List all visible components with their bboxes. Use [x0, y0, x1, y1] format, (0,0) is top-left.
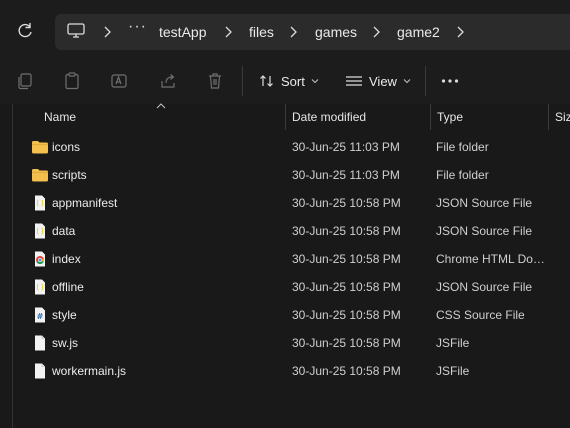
- view-button[interactable]: View: [345, 71, 411, 91]
- chevron-down-icon: [403, 79, 411, 84]
- toolbar-divider: [425, 66, 426, 96]
- computer-icon: [67, 23, 85, 38]
- file-type: JSON Source File: [436, 224, 533, 238]
- file-row[interactable]: data 30-Jun-25 10:58 PM JSON Source File: [22, 217, 570, 245]
- column-name[interactable]: Name: [44, 110, 76, 124]
- more-options-icon: [441, 79, 459, 83]
- file-date-modified: 30-Jun-25 10:58 PM: [292, 364, 401, 378]
- file-name[interactable]: data: [52, 224, 75, 238]
- navigation-pane-border: [12, 104, 13, 428]
- json-file-icon: [31, 195, 49, 211]
- view-list-icon: [346, 76, 362, 86]
- column-size[interactable]: Size: [555, 110, 570, 124]
- file-name[interactable]: style: [52, 308, 77, 322]
- file-name[interactable]: icons: [52, 140, 80, 154]
- file-row[interactable]: scripts 30-Jun-25 11:03 PM File folder: [22, 161, 570, 189]
- file-date-modified: 30-Jun-25 11:03 PM: [292, 140, 400, 154]
- column-divider[interactable]: [285, 104, 286, 130]
- css-file-icon: #: [31, 307, 49, 323]
- breadcrumb-game2[interactable]: game2: [397, 24, 440, 40]
- file-name[interactable]: workermain.js: [52, 364, 126, 378]
- file-type: CSS Source File: [436, 308, 525, 322]
- blank-file-icon: [31, 363, 49, 379]
- toolbar-divider: [242, 66, 243, 96]
- chevron-right-icon[interactable]: [455, 25, 465, 39]
- file-row[interactable]: index 30-Jun-25 10:58 PM Chrome HTML Do…: [22, 245, 570, 273]
- file-row[interactable]: offline 30-Jun-25 10:58 PM JSON Source Fil…: [22, 273, 570, 301]
- file-type: File folder: [436, 168, 489, 182]
- chevron-right-icon[interactable]: [223, 25, 233, 39]
- folder-icon: [31, 139, 49, 155]
- file-type: JSFile: [436, 336, 470, 350]
- chevron-down-icon: [311, 79, 319, 84]
- breadcrumb-testapp[interactable]: testApp: [159, 24, 206, 40]
- file-name[interactable]: scripts: [52, 168, 87, 182]
- folder-icon: [31, 167, 49, 183]
- file-name[interactable]: offline: [52, 280, 84, 294]
- json-file-icon: [31, 223, 49, 239]
- file-row[interactable]: sw.js 30-Jun-25 10:58 PM JSFile: [22, 329, 570, 357]
- file-row[interactable]: icons 30-Jun-25 11:03 PM File folder: [22, 133, 570, 161]
- column-divider[interactable]: [548, 104, 549, 130]
- copy-icon[interactable]: [15, 71, 35, 91]
- file-row[interactable]: workermain.js 30-Jun-25 10:58 PM JSFile: [22, 357, 570, 385]
- file-name[interactable]: sw.js: [52, 336, 78, 350]
- file-date-modified: 30-Jun-25 10:58 PM: [292, 224, 401, 238]
- view-label: View: [369, 73, 397, 89]
- sort-ascending-icon: [156, 103, 166, 109]
- blank-file-icon: [31, 335, 49, 351]
- chevron-right-icon[interactable]: [371, 25, 381, 39]
- file-date-modified: 30-Jun-25 10:58 PM: [292, 336, 401, 350]
- share-icon[interactable]: [158, 71, 178, 91]
- file-name[interactable]: index: [52, 252, 81, 266]
- chrome-html-icon: [31, 251, 49, 267]
- file-date-modified: 30-Jun-25 10:58 PM: [292, 308, 401, 322]
- file-name[interactable]: appmanifest: [52, 196, 117, 210]
- sort-icon: [260, 75, 273, 87]
- file-row[interactable]: appmanifest 30-Jun-25 10:58 PM JSON Source…: [22, 189, 570, 217]
- file-type: JSFile: [436, 364, 470, 378]
- sort-label: Sort: [281, 73, 305, 89]
- column-header: Name Date modified Type Size: [0, 103, 570, 130]
- delete-icon[interactable]: [205, 71, 225, 91]
- file-row[interactable]: # style 30-Jun-25 10:58 PM CSS Source File: [22, 301, 570, 329]
- refresh-icon[interactable]: [15, 21, 35, 41]
- chevron-right-icon[interactable]: [102, 25, 112, 39]
- breadcrumb-files[interactable]: files: [249, 24, 274, 40]
- file-type: JSON Source File: [436, 280, 533, 294]
- paste-icon[interactable]: [62, 71, 82, 91]
- sort-button[interactable]: Sort: [259, 71, 319, 91]
- file-type: JSON Source File: [436, 196, 533, 210]
- breadcrumb-games[interactable]: games: [315, 24, 357, 40]
- rename-icon[interactable]: [109, 71, 129, 91]
- file-date-modified: 30-Jun-25 11:03 PM: [292, 168, 400, 182]
- chevron-right-icon[interactable]: [288, 25, 298, 39]
- breadcrumb-overflow[interactable]: ···: [128, 18, 147, 36]
- command-bar: Sort View: [0, 58, 570, 104]
- file-type: Chrome HTML Do…: [436, 252, 545, 266]
- column-divider[interactable]: [430, 104, 431, 130]
- address-bar-row: ··· testApp files games game2: [0, 0, 570, 58]
- json-file-icon: [31, 279, 49, 295]
- file-type: File folder: [436, 140, 489, 154]
- file-date-modified: 30-Jun-25 10:58 PM: [292, 280, 401, 294]
- address-bar[interactable]: ··· testApp files games game2: [55, 14, 570, 50]
- column-date-modified[interactable]: Date modified: [292, 110, 366, 124]
- more-options-button[interactable]: [441, 71, 459, 91]
- column-type[interactable]: Type: [437, 110, 463, 124]
- svg-text:#: #: [37, 312, 44, 321]
- file-date-modified: 30-Jun-25 10:58 PM: [292, 196, 401, 210]
- file-date-modified: 30-Jun-25 10:58 PM: [292, 252, 401, 266]
